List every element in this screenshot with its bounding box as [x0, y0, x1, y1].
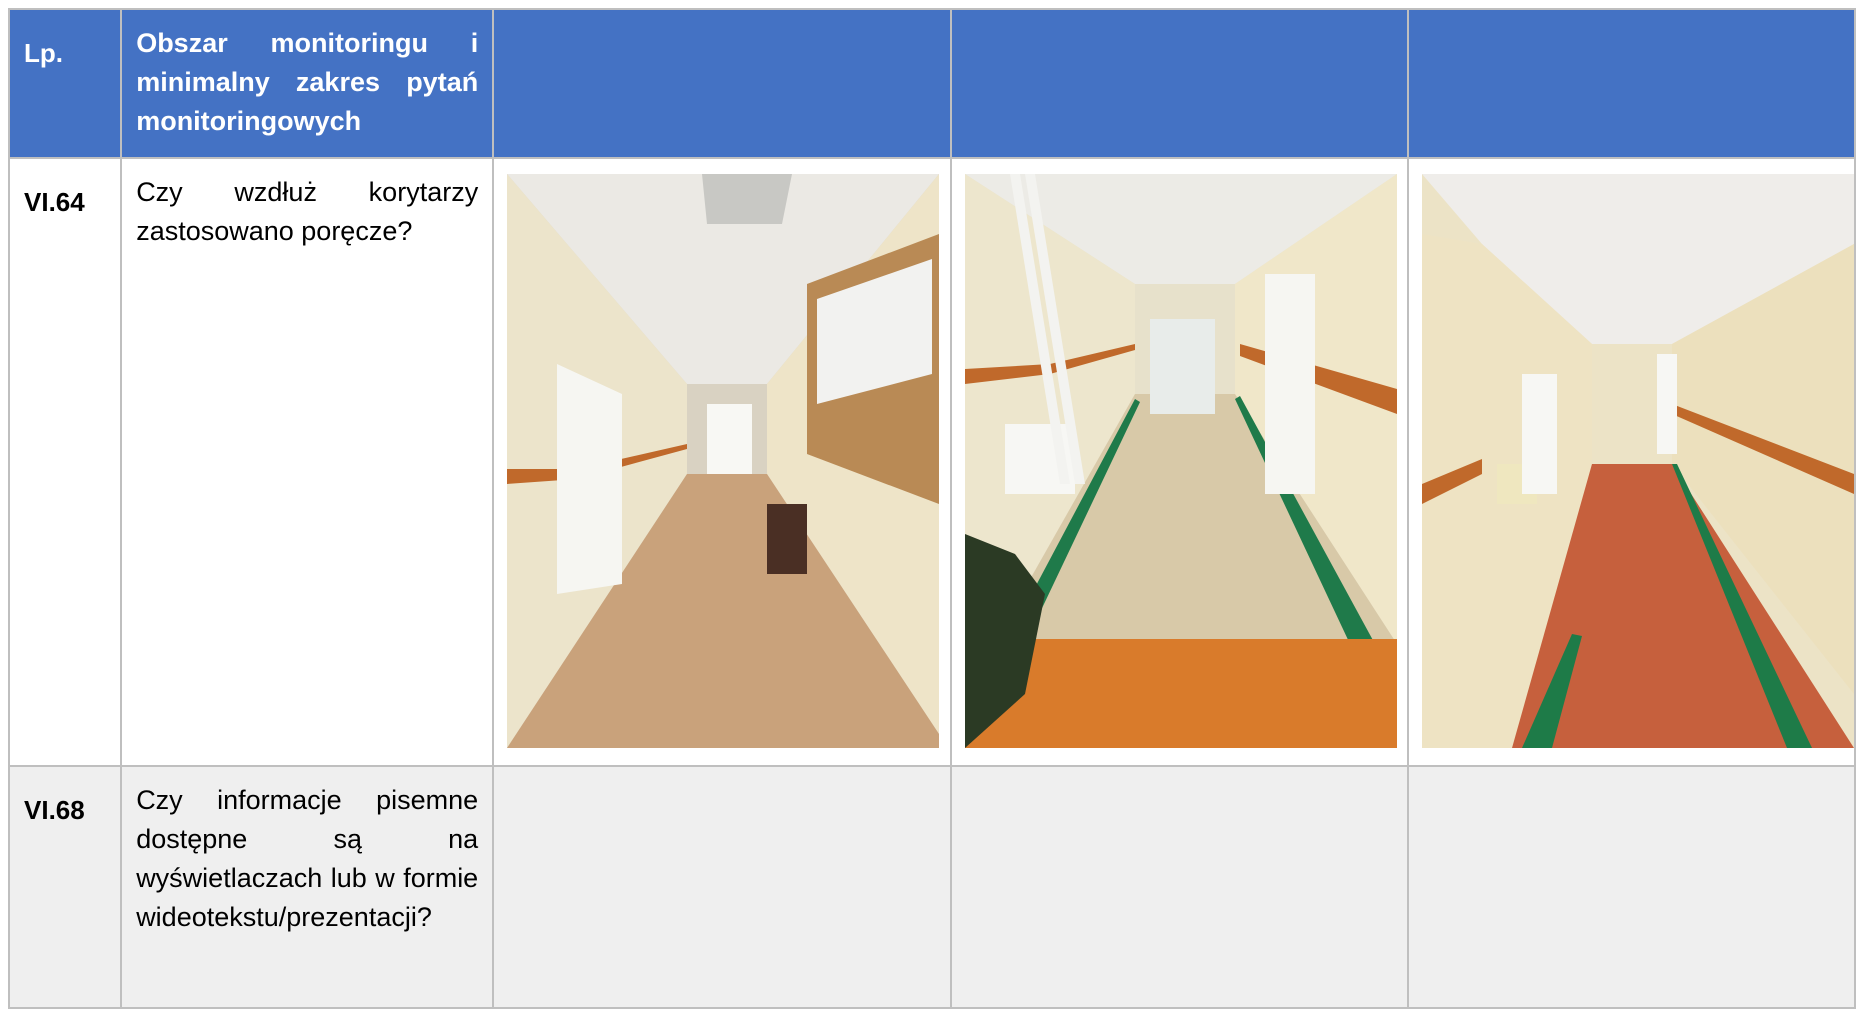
- row-question-cell: Czy wzdłuż korytarzy zastosowano poręcze…: [120, 157, 495, 767]
- header-area-cell: Obszar monitoringu i minimalny zakres py…: [120, 8, 495, 159]
- header-empty-1: [492, 8, 953, 159]
- row-question: Czy informacje pisemne dostępne są na wy…: [136, 785, 479, 932]
- corridor-photo-2: [965, 174, 1398, 748]
- photo-cell-3: [1406, 157, 1856, 767]
- corridor-photo-3-image: [1421, 174, 1854, 748]
- header-empty-2: [950, 8, 1409, 159]
- header-lp: Lp.: [24, 38, 63, 68]
- photo-cell-1: [492, 157, 953, 767]
- row-question: Czy wzdłuż korytarzy zastosowano poręcze…: [136, 177, 479, 246]
- header-row: Lp. Obszar monitoringu i minimalny zakre…: [7, 8, 1856, 159]
- table-row: VI.68 Czy informacje pisemne dostępne są…: [7, 765, 1856, 1009]
- row-lp-cell: VI.68: [7, 765, 123, 1009]
- empty-cell-2: [950, 765, 1409, 1009]
- table-row: VI.64 Czy wzdłuż korytarzy zastosowano p…: [7, 157, 1856, 767]
- header-area: Obszar monitoringu i minimalny zakres py…: [136, 28, 479, 136]
- photo-cell-2: [950, 157, 1409, 767]
- row-lp: VI.64: [24, 187, 85, 217]
- corridor-photo-1-image: [507, 174, 940, 748]
- row-lp: VI.68: [24, 795, 85, 825]
- row-lp-cell: VI.64: [7, 157, 123, 767]
- header-lp-cell: Lp.: [7, 8, 123, 159]
- monitoring-table: Lp. Obszar monitoringu i minimalny zakre…: [7, 8, 1856, 1009]
- row-question-cell: Czy informacje pisemne dostępne są na wy…: [120, 765, 495, 1009]
- empty-cell-3: [1406, 765, 1856, 1009]
- corridor-photo-1: [507, 174, 940, 748]
- corridor-photo-3: [1421, 174, 1854, 748]
- empty-cell-1: [492, 765, 953, 1009]
- header-empty-3: [1406, 8, 1856, 159]
- corridor-photo-2-image: [965, 174, 1398, 748]
